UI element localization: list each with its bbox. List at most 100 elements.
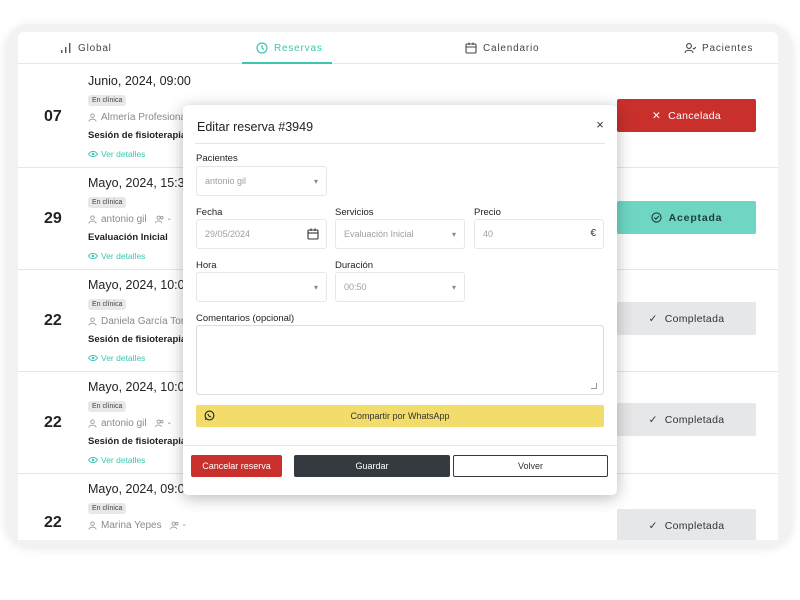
row-professional-name: Almería Profesional: [101, 112, 189, 123]
status-button-completada[interactable]: ✓ Completada: [617, 509, 756, 540]
status-label: Completada: [664, 519, 725, 532]
status-button-aceptada[interactable]: Aceptada: [617, 201, 756, 234]
hora-select[interactable]: ▾: [196, 272, 327, 302]
eye-icon: [88, 456, 98, 464]
share-whatsapp-label: Compartir por WhatsApp: [350, 411, 450, 421]
bar-chart-icon: [61, 43, 71, 53]
hora-label: Hora: [196, 260, 217, 271]
row-day: 22: [44, 312, 62, 329]
pacientes-select[interactable]: antonio gil ▾: [196, 166, 327, 196]
modal-divider: [195, 143, 605, 144]
back-button[interactable]: Volver: [453, 455, 608, 477]
close-icon[interactable]: ×: [593, 117, 607, 132]
view-details-link[interactable]: Ver detalles: [88, 353, 145, 363]
chevron-down-icon: ▾: [313, 177, 318, 186]
modal-title: Editar reserva #3949: [197, 120, 314, 134]
nav-tab-pacientes[interactable]: Pacientes: [684, 32, 753, 64]
status-label: Aceptada: [668, 211, 723, 224]
row-datetime: Mayo, 2024, 09:00: [88, 482, 192, 496]
clock-icon: [256, 42, 268, 54]
status-label: Completada: [664, 312, 725, 325]
row-patient-name: antonio gil: [101, 214, 147, 225]
row-day: 22: [44, 414, 62, 431]
group-icon: [154, 215, 164, 224]
comentarios-label: Comentarios (opcional): [196, 313, 295, 324]
cancel-reservation-button[interactable]: Cancelar reserva: [191, 455, 282, 477]
nav-tab-global[interactable]: Global: [60, 32, 112, 64]
chevron-down-icon: ▾: [451, 230, 456, 239]
chevron-down-icon: ▾: [313, 283, 318, 292]
group-icon: [169, 521, 179, 530]
pacientes-value: antonio gil: [205, 176, 247, 186]
servicios-select[interactable]: Evaluación Inicial ▾: [335, 219, 465, 249]
status-label: Completada: [664, 413, 725, 426]
person-icon: [88, 317, 97, 326]
person-icon: [88, 113, 97, 122]
fecha-value: 29/05/2024: [205, 229, 251, 239]
x-icon: ✕: [651, 109, 662, 122]
location-badge: En clínica: [88, 197, 127, 208]
check-icon: ✓: [648, 413, 658, 426]
duracion-select[interactable]: 00:50 ▾: [335, 272, 465, 302]
view-details-link[interactable]: Ver detalles: [88, 455, 145, 465]
row-patient: antonio gil -: [88, 418, 171, 429]
row-professional: Almería Profesional: [88, 112, 188, 123]
active-tab-indicator: [242, 62, 332, 64]
check-circle-icon: [651, 212, 662, 223]
comentarios-textarea[interactable]: [196, 325, 604, 395]
view-details-label: Ver detalles: [101, 149, 146, 159]
nav-tab-calendario[interactable]: Calendario: [465, 32, 539, 64]
row-datetime: Mayo, 2024, 10:05: [88, 278, 192, 292]
fecha-input[interactable]: 29/05/2024: [196, 219, 327, 249]
nav-tab-calendario-label: Calendario: [483, 42, 540, 54]
servicios-value: Evaluación Inicial: [344, 229, 414, 239]
location-badge: En clínica: [88, 503, 127, 514]
calendar-icon[interactable]: [307, 228, 319, 240]
nav-tab-reservas-label: Reservas: [274, 42, 323, 54]
chevron-down-icon: ▾: [451, 283, 456, 292]
status-button-completada[interactable]: ✓ Completada: [617, 403, 756, 436]
eye-icon: [88, 252, 98, 260]
resize-handle-icon[interactable]: [591, 383, 597, 389]
view-details-link[interactable]: Ver detalles: [88, 251, 145, 261]
precio-input[interactable]: 40 €: [474, 219, 604, 249]
precio-label: Precio: [474, 207, 501, 218]
euro-icon: €: [590, 228, 596, 239]
calendar-icon: [465, 42, 477, 54]
view-details-label: Ver detalles: [101, 353, 146, 363]
nav-tab-pacientes-label: Pacientes: [702, 42, 754, 54]
whatsapp-icon: [204, 410, 215, 421]
view-details-link[interactable]: Ver detalles: [88, 149, 145, 159]
status-label: Cancelada: [668, 109, 721, 122]
view-details-label: Ver detalles: [101, 455, 146, 465]
duracion-value: 00:50: [344, 282, 367, 292]
row-service: Sesión de fisioterapia: [88, 130, 187, 141]
row-service: Evaluación Inicial: [88, 232, 168, 243]
eye-icon: [88, 354, 98, 362]
nav-tab-global-label: Global: [78, 42, 112, 54]
row-patient-name: antonio gil: [101, 418, 147, 429]
row-patient: antonio gil -: [88, 214, 171, 225]
row-day: 07: [44, 108, 62, 125]
share-whatsapp-button[interactable]: Compartir por WhatsApp: [196, 405, 604, 427]
row-patient: Marina Yepes -: [88, 520, 186, 531]
person-icon: [88, 419, 97, 428]
row-day: 29: [44, 210, 62, 227]
user-icon: [684, 43, 696, 54]
save-button[interactable]: Guardar: [294, 455, 450, 477]
row-datetime: Junio, 2024, 09:00: [88, 74, 191, 88]
precio-value: 40: [483, 229, 494, 239]
status-button-cancelada[interactable]: ✕ Cancelada: [617, 99, 756, 132]
person-icon: [88, 521, 97, 530]
row-service: Sesión de fisioterapia: [88, 334, 187, 345]
eye-icon: [88, 150, 98, 158]
nav-tab-reservas[interactable]: Reservas: [256, 32, 323, 64]
pacientes-label: Pacientes: [196, 153, 238, 164]
check-icon: ✓: [648, 312, 658, 325]
status-button-completada[interactable]: ✓ Completada: [617, 302, 756, 335]
fecha-label: Fecha: [196, 207, 223, 218]
row-datetime: Mayo, 2024, 15:30: [88, 176, 192, 190]
location-badge: En clínica: [88, 95, 127, 106]
modal-footer-divider: [183, 445, 617, 446]
row-datetime: Mayo, 2024, 10:00: [88, 380, 192, 394]
